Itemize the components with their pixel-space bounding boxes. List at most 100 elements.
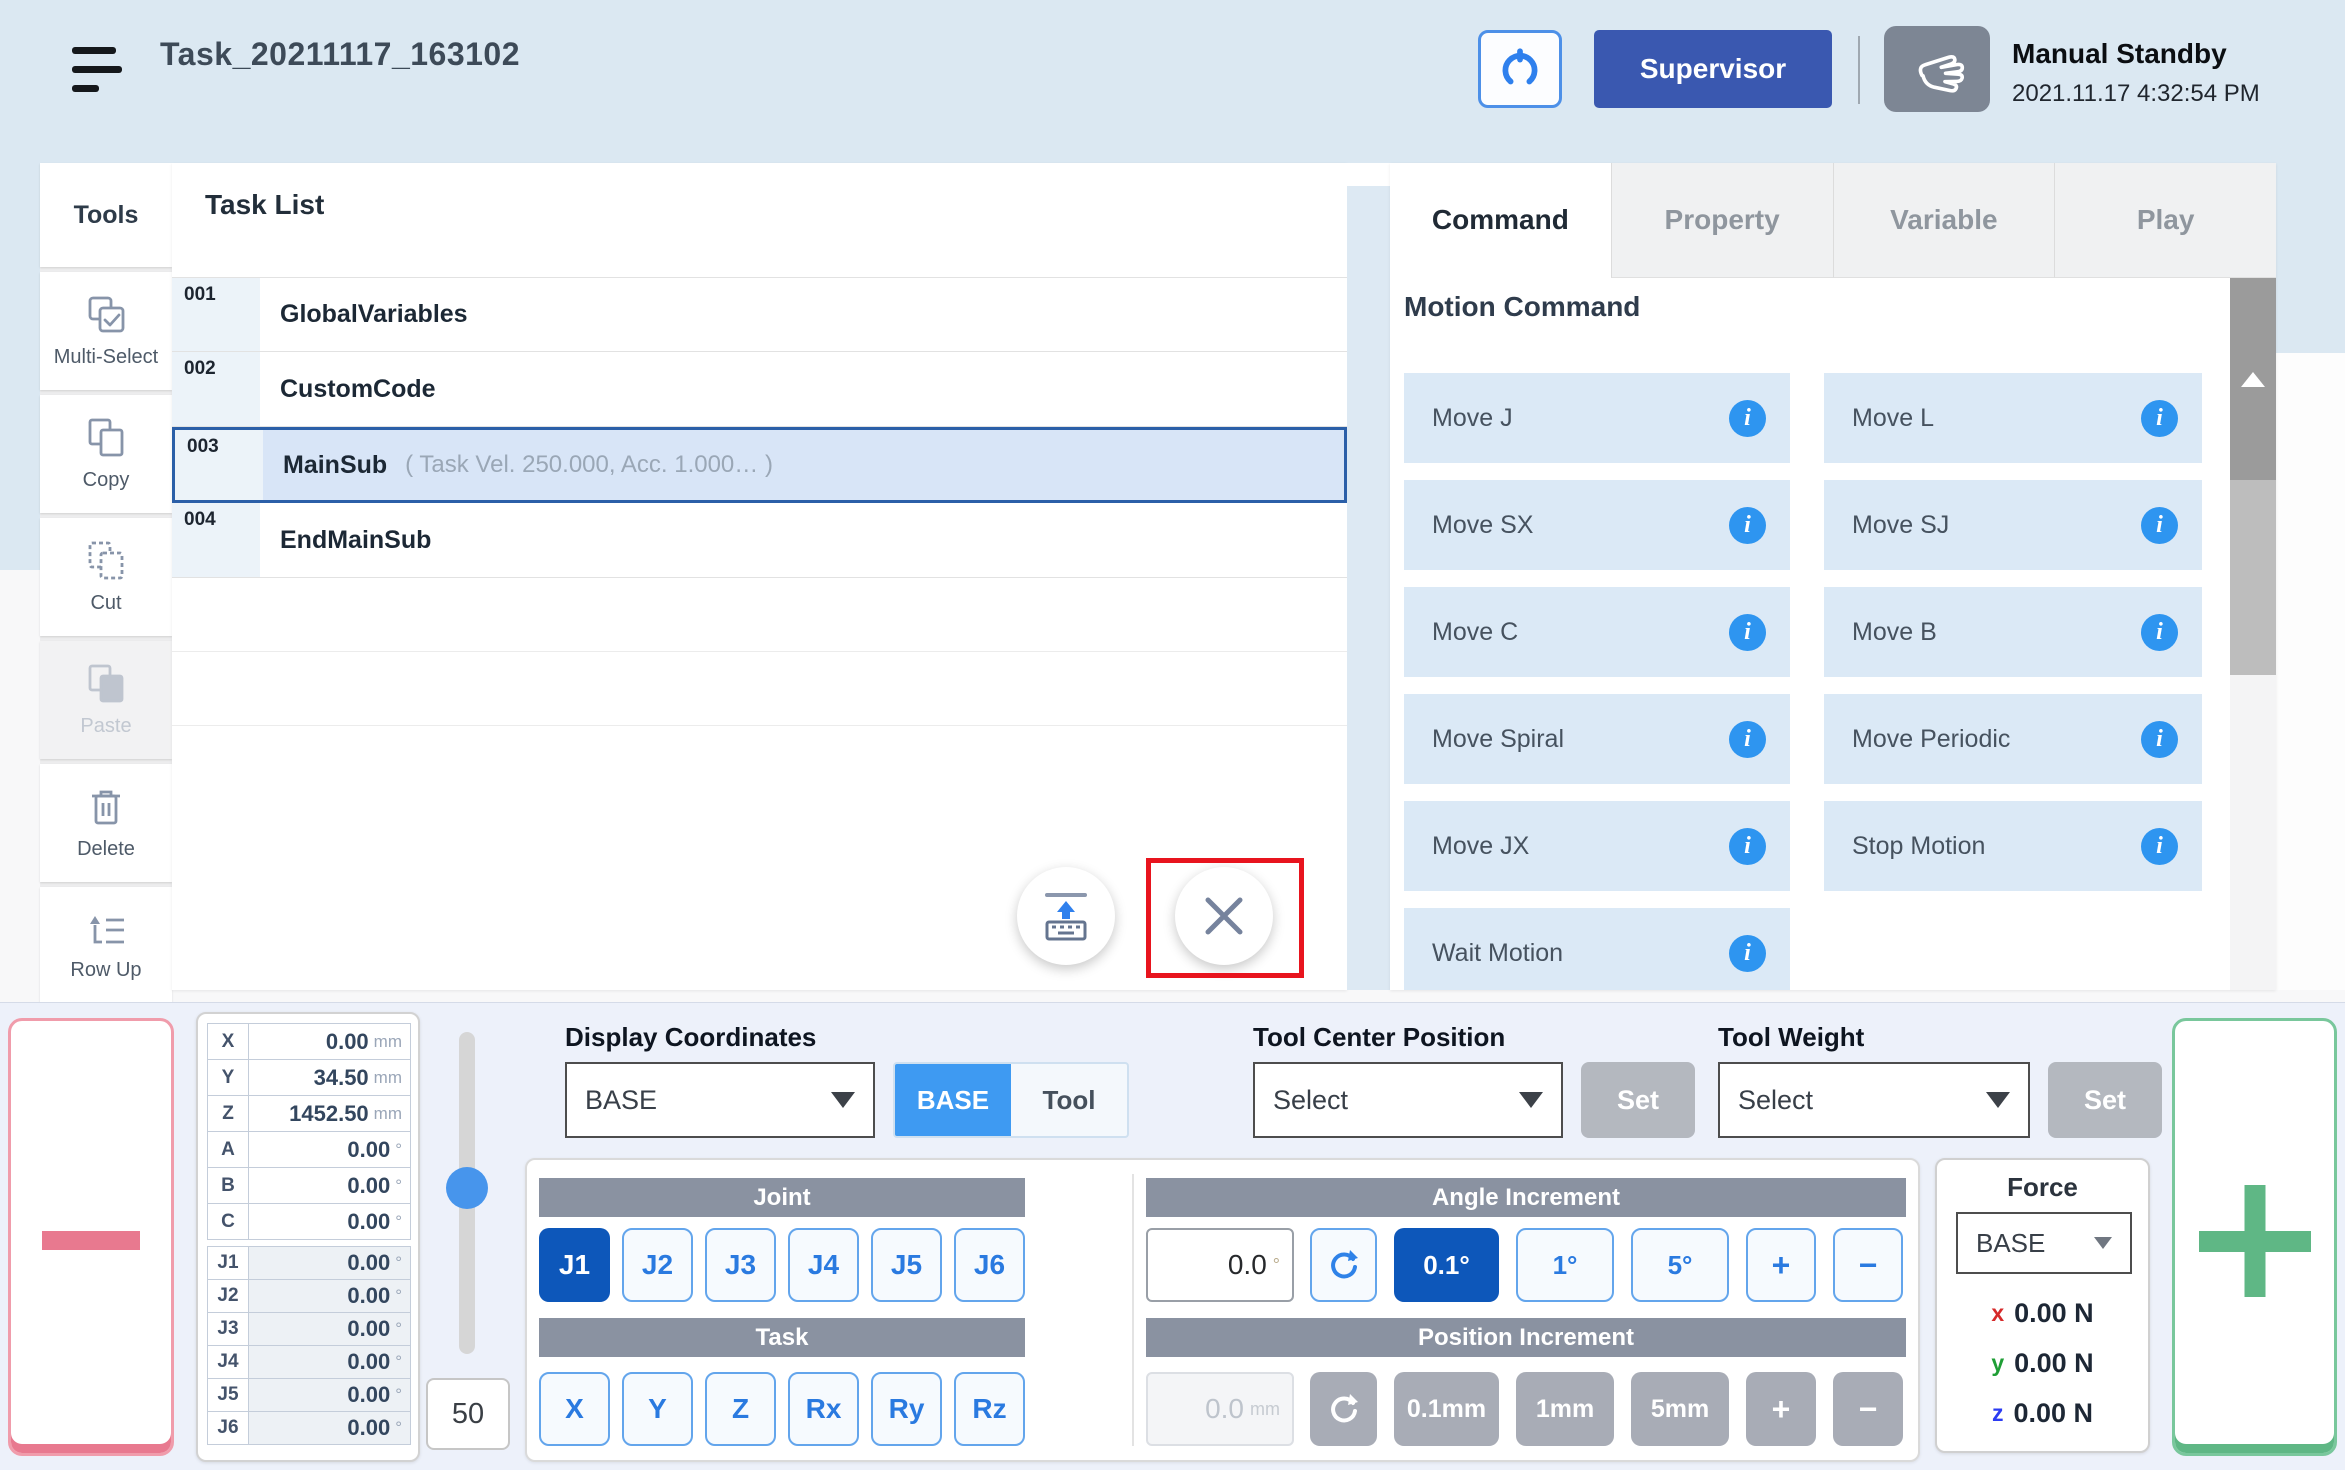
jog-axis-ry[interactable]: Ry xyxy=(871,1372,942,1446)
speed-value-box[interactable]: 50 xyxy=(426,1378,510,1450)
angle-inc-0-1[interactable]: 0.1° xyxy=(1394,1228,1499,1302)
command-move-sx[interactable]: Move SX xyxy=(1404,480,1790,570)
tool-label: Row Up xyxy=(70,959,141,982)
jog-axis-j3[interactable]: J3 xyxy=(705,1228,776,1302)
close-icon xyxy=(1201,893,1247,939)
tab-variable[interactable]: Variable xyxy=(1833,163,2055,278)
display-coordinates-select[interactable]: BASE xyxy=(565,1062,875,1138)
position-increment-input[interactable]: 0.0 mm xyxy=(1146,1372,1294,1446)
info-icon[interactable] xyxy=(1729,721,1766,758)
force-title: Force xyxy=(1937,1172,2148,1203)
command-move-c[interactable]: Move C xyxy=(1404,587,1790,677)
force-frame-select[interactable]: BASE xyxy=(1956,1212,2132,1274)
jog-axis-j4[interactable]: J4 xyxy=(788,1228,859,1302)
task-row-002[interactable]: 002 CustomCode xyxy=(172,352,1347,427)
copy-icon xyxy=(84,417,128,461)
jog-divider xyxy=(1132,1174,1134,1446)
virtual-keyboard-button[interactable] xyxy=(1017,867,1115,965)
jog-minus-button[interactable] xyxy=(8,1018,174,1456)
info-icon[interactable] xyxy=(1729,400,1766,437)
position-reset-button[interactable] xyxy=(1310,1372,1377,1446)
angle-inc-minus[interactable]: − xyxy=(1833,1228,1903,1302)
tool-cut[interactable]: Cut xyxy=(40,518,172,636)
jog-axis-rx[interactable]: Rx xyxy=(788,1372,859,1446)
toggle-tool[interactable]: Tool xyxy=(1011,1064,1127,1136)
position-inc-1[interactable]: 1mm xyxy=(1516,1372,1614,1446)
tool-multi-select[interactable]: Multi-Select xyxy=(40,272,172,390)
tool-row-up[interactable]: Row Up xyxy=(40,887,172,1005)
tab-property[interactable]: Property xyxy=(1611,163,1833,278)
info-icon[interactable] xyxy=(1729,507,1766,544)
command-move-periodic[interactable]: Move Periodic xyxy=(1824,694,2202,784)
position-inc-minus[interactable]: − xyxy=(1833,1372,1903,1446)
jog-axis-j1[interactable]: J1 xyxy=(539,1228,610,1302)
jog-axis-rz[interactable]: Rz xyxy=(954,1372,1025,1446)
command-panel: Command Property Variable Play Motion Co… xyxy=(1390,163,2276,990)
jog-axis-z[interactable]: Z xyxy=(705,1372,776,1446)
tool-delete[interactable]: Delete xyxy=(40,764,172,882)
tool-copy[interactable]: Copy xyxy=(40,395,172,513)
position-inc-0-1[interactable]: 0.1mm xyxy=(1394,1372,1499,1446)
angle-inc-5[interactable]: 5° xyxy=(1631,1228,1729,1302)
position-inc-5[interactable]: 5mm xyxy=(1631,1372,1729,1446)
tool-weight-label: Tool Weight xyxy=(1718,1022,1864,1053)
menu-hamburger-button[interactable] xyxy=(72,47,128,97)
task-list-title: Task List xyxy=(205,189,324,221)
command-scrollbar[interactable] xyxy=(2230,278,2276,990)
right-band-lower xyxy=(2276,353,2345,990)
speed-slider-thumb[interactable] xyxy=(446,1167,488,1209)
jog-plus-button[interactable] xyxy=(2172,1018,2337,1456)
task-row-001[interactable]: 001 GlobalVariables xyxy=(172,277,1347,352)
angle-inc-plus[interactable]: + xyxy=(1746,1228,1816,1302)
command-move-j[interactable]: Move J xyxy=(1404,373,1790,463)
jog-axis-j5[interactable]: J5 xyxy=(871,1228,942,1302)
scroll-up-button[interactable] xyxy=(2230,278,2276,480)
angle-reset-button[interactable] xyxy=(1310,1228,1377,1302)
tool-paste[interactable]: Paste xyxy=(40,641,172,759)
info-icon[interactable] xyxy=(2141,614,2178,651)
gripper-tool-button[interactable] xyxy=(1478,30,1562,108)
command-wait-motion[interactable]: Wait Motion xyxy=(1404,908,1790,990)
position-inc-plus[interactable]: + xyxy=(1746,1372,1816,1446)
supervisor-button[interactable]: Supervisor xyxy=(1594,30,1832,108)
angle-increment-input[interactable]: 0.0 ° xyxy=(1146,1228,1294,1302)
jog-axis-j6[interactable]: J6 xyxy=(954,1228,1025,1302)
info-icon[interactable] xyxy=(2141,400,2178,437)
tab-command[interactable]: Command xyxy=(1390,163,1611,278)
jog-axis-x[interactable]: X xyxy=(539,1372,610,1446)
tcp-select[interactable]: Select xyxy=(1253,1062,1563,1138)
command-stop-motion[interactable]: Stop Motion xyxy=(1824,801,2202,891)
command-move-l[interactable]: Move L xyxy=(1824,373,2202,463)
info-icon[interactable] xyxy=(1729,935,1766,972)
jog-axis-j2[interactable]: J2 xyxy=(622,1228,693,1302)
command-move-jx[interactable]: Move JX xyxy=(1404,801,1790,891)
task-row-004[interactable]: 004 EndMainSub xyxy=(172,503,1347,578)
close-jog-button[interactable] xyxy=(1175,867,1273,965)
info-icon[interactable] xyxy=(1729,828,1766,865)
chevron-down-icon xyxy=(1519,1092,1543,1108)
task-list-scrollbar[interactable] xyxy=(1347,163,1390,990)
task-row-003-selected[interactable]: 003 MainSub ( Task Vel. 250.000, Acc. 1.… xyxy=(172,427,1347,503)
row-number: 001 xyxy=(172,278,260,351)
manual-mode-button[interactable] xyxy=(1884,26,1990,112)
display-coordinates-label: Display Coordinates xyxy=(565,1022,816,1053)
toggle-base[interactable]: BASE xyxy=(895,1064,1011,1136)
hamburger-icon xyxy=(72,47,116,54)
tool-weight-set-button[interactable]: Set xyxy=(2048,1062,2162,1138)
command-move-spiral[interactable]: Move Spiral xyxy=(1404,694,1790,784)
base-tool-toggle[interactable]: BASE Tool xyxy=(893,1062,1129,1138)
info-icon[interactable] xyxy=(2141,507,2178,544)
info-icon[interactable] xyxy=(2141,721,2178,758)
jog-axis-y[interactable]: Y xyxy=(622,1372,693,1446)
command-move-sj[interactable]: Move SJ xyxy=(1824,480,2202,570)
tcp-set-button[interactable]: Set xyxy=(1581,1062,1695,1138)
scrollbar-thumb[interactable] xyxy=(2230,480,2276,675)
info-icon[interactable] xyxy=(1729,614,1766,651)
tool-weight-select[interactable]: Select xyxy=(1718,1062,2030,1138)
left-band xyxy=(0,163,40,570)
info-icon[interactable] xyxy=(2141,828,2178,865)
command-move-b[interactable]: Move B xyxy=(1824,587,2202,677)
tab-play[interactable]: Play xyxy=(2054,163,2276,278)
angle-inc-1[interactable]: 1° xyxy=(1516,1228,1614,1302)
task-name: CustomCode xyxy=(280,375,436,404)
